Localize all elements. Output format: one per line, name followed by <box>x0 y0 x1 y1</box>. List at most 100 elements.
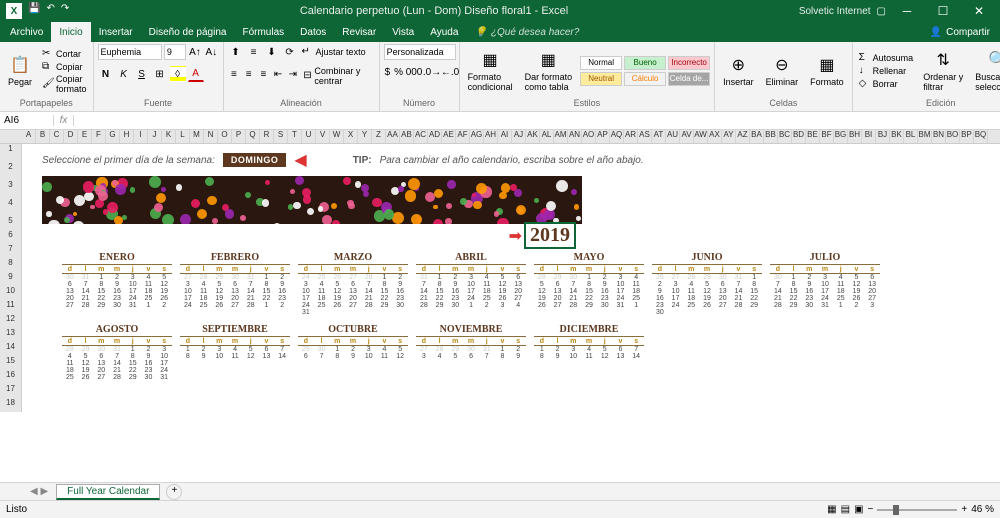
day-cell[interactable]: 27 <box>62 302 78 309</box>
day-cell[interactable]: 22 <box>125 367 141 374</box>
indent-dec-button[interactable]: ⇤ <box>272 66 285 82</box>
view-break-button[interactable]: ▣ <box>854 504 863 515</box>
day-cell[interactable]: 1 <box>786 274 802 281</box>
save-icon[interactable]: 💾 <box>28 3 40 19</box>
border-button[interactable]: ⊞ <box>152 66 168 82</box>
col-header[interactable]: AB <box>400 130 414 143</box>
day-cell[interactable]: 22 <box>746 295 762 302</box>
day-cell[interactable]: 12 <box>597 353 613 360</box>
day-cell[interactable]: 20 <box>715 295 731 302</box>
day-cell[interactable]: 4 <box>377 346 393 353</box>
day-cell[interactable]: 30 <box>770 274 786 281</box>
col-header[interactable]: X <box>344 130 358 143</box>
day-cell[interactable]: 29 <box>78 346 94 353</box>
day-cell[interactable]: 6 <box>62 281 78 288</box>
day-cell[interactable]: 25 <box>314 302 330 309</box>
minimize-button[interactable]: ─ <box>892 4 922 18</box>
day-cell[interactable]: 8 <box>432 281 448 288</box>
row-header[interactable]: 8 <box>0 258 22 272</box>
day-cell[interactable]: 30 <box>597 302 613 309</box>
day-cell[interactable]: 10 <box>180 288 196 295</box>
day-cell[interactable]: 8 <box>581 281 597 288</box>
col-header[interactable]: AK <box>526 130 540 143</box>
day-cell[interactable]: 3 <box>416 353 432 360</box>
day-cell[interactable]: 18 <box>833 288 849 295</box>
col-header[interactable]: AO <box>582 130 596 143</box>
day-cell[interactable]: 1 <box>259 274 275 281</box>
day-cell[interactable]: 22 <box>786 295 802 302</box>
day-cell[interactable]: 26 <box>156 295 172 302</box>
day-cell[interactable]: 7 <box>416 281 432 288</box>
align-right-button[interactable]: ≡ <box>257 66 270 82</box>
day-cell[interactable]: 16 <box>141 360 157 367</box>
day-cell[interactable]: 9 <box>447 281 463 288</box>
col-header[interactable]: AX <box>708 130 722 143</box>
day-cell[interactable]: 29 <box>550 274 566 281</box>
day-cell[interactable]: 23 <box>447 295 463 302</box>
day-cell[interactable]: 11 <box>62 360 78 367</box>
day-cell[interactable]: 30 <box>314 346 330 353</box>
sheet-tab-active[interactable]: Full Year Calendar <box>56 484 160 500</box>
col-header[interactable]: M <box>190 130 204 143</box>
day-cell[interactable]: 14 <box>416 288 432 295</box>
day-cell[interactable]: 5 <box>156 274 172 281</box>
percent-button[interactable]: % <box>393 64 404 80</box>
day-cell[interactable]: 23 <box>597 295 613 302</box>
day-cell[interactable]: 18 <box>62 367 78 374</box>
view-normal-button[interactable]: ▦ <box>827 504 836 515</box>
shrink-font-button[interactable]: A↓ <box>204 44 218 60</box>
day-cell[interactable]: 7 <box>274 346 290 353</box>
day-cell[interactable]: 24 <box>156 367 172 374</box>
day-cell[interactable]: 16 <box>274 288 290 295</box>
day-cell[interactable]: 10 <box>463 281 479 288</box>
tab-datos[interactable]: Datos <box>292 22 334 42</box>
row-header[interactable]: 9 <box>0 272 22 286</box>
day-cell[interactable]: 20 <box>550 295 566 302</box>
tell-me-search[interactable]: 💡 ¿Qué desea hacer? <box>466 22 587 42</box>
row-header[interactable]: 1 <box>0 144 22 162</box>
col-header[interactable]: P <box>232 130 246 143</box>
day-cell[interactable]: 27 <box>715 302 731 309</box>
day-cell[interactable]: 4 <box>510 302 526 309</box>
day-cell[interactable]: 17 <box>125 288 141 295</box>
day-cell[interactable]: 14 <box>109 360 125 367</box>
day-cell[interactable]: 12 <box>78 360 94 367</box>
day-cell[interactable]: 19 <box>156 288 172 295</box>
day-cell[interactable]: 25 <box>196 302 212 309</box>
day-cell[interactable]: 26 <box>652 274 668 281</box>
day-cell[interactable]: 21 <box>243 295 259 302</box>
day-cell[interactable]: 4 <box>479 274 495 281</box>
day-cell[interactable]: 9 <box>274 281 290 288</box>
day-cell[interactable]: 26 <box>329 274 345 281</box>
day-cell[interactable]: 31 <box>613 302 629 309</box>
col-header[interactable]: BA <box>750 130 764 143</box>
day-cell[interactable]: 10 <box>668 288 684 295</box>
day-cell[interactable]: 7 <box>770 281 786 288</box>
col-header[interactable]: F <box>92 130 106 143</box>
day-cell[interactable]: 22 <box>581 295 597 302</box>
day-cell[interactable]: 9 <box>141 353 157 360</box>
day-cell[interactable]: 10 <box>361 353 377 360</box>
row-header[interactable]: 14 <box>0 342 22 356</box>
day-cell[interactable]: 20 <box>510 288 526 295</box>
row-header[interactable]: 4 <box>0 198 22 216</box>
day-cell[interactable]: 8 <box>495 353 511 360</box>
row-header[interactable]: 7 <box>0 244 22 258</box>
col-header[interactable]: AN <box>568 130 582 143</box>
day-cell[interactable]: 4 <box>833 274 849 281</box>
day-cell[interactable]: 30 <box>463 346 479 353</box>
day-cell[interactable]: 27 <box>93 374 109 381</box>
day-cell[interactable]: 18 <box>479 288 495 295</box>
day-cell[interactable]: 4 <box>227 346 243 353</box>
dec-decimal-button[interactable]: ←.0 <box>442 64 458 80</box>
day-cell[interactable] <box>345 309 361 316</box>
col-header[interactable]: BC <box>778 130 792 143</box>
day-cell[interactable] <box>683 309 699 316</box>
day-cell[interactable]: 29 <box>581 302 597 309</box>
find-select-button[interactable]: 🔍Buscar y seleccionar <box>971 48 1000 94</box>
day-cell[interactable] <box>314 309 330 316</box>
day-cell[interactable]: 5 <box>597 346 613 353</box>
day-cell[interactable]: 31 <box>416 274 432 281</box>
day-cell[interactable]: 11 <box>683 288 699 295</box>
day-cell[interactable]: 3 <box>156 346 172 353</box>
